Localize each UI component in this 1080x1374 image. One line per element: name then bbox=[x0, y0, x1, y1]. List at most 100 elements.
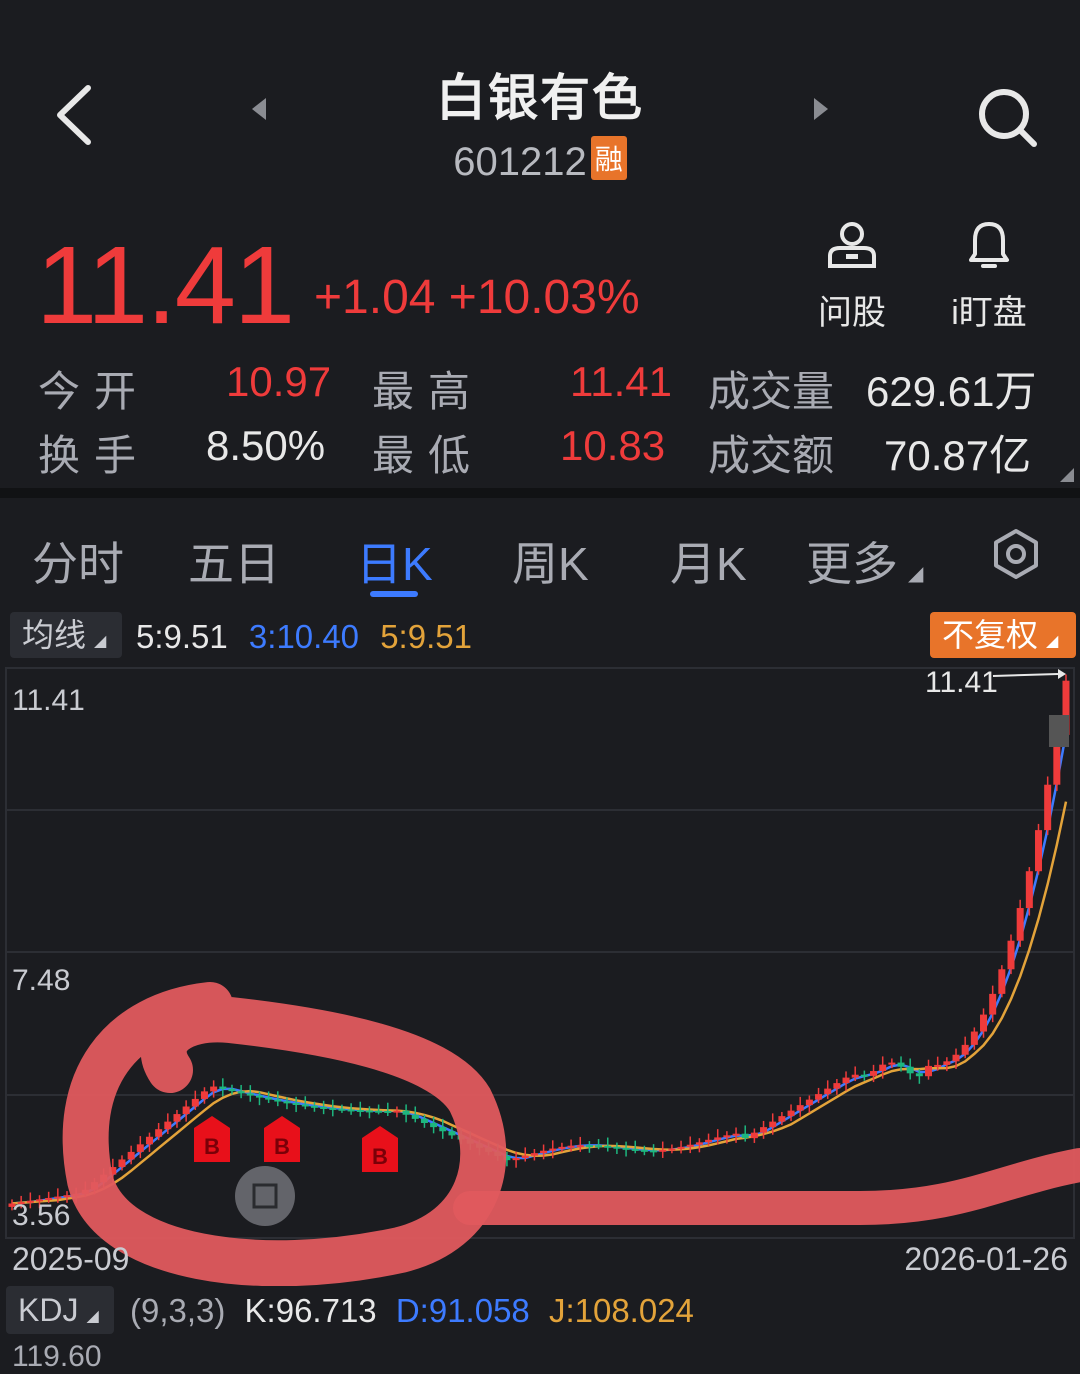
candle-body bbox=[530, 1153, 538, 1156]
candle-body bbox=[1016, 908, 1024, 941]
expand-corner-icon[interactable] bbox=[1060, 468, 1074, 482]
ma5-value: 5:9.51 bbox=[136, 618, 228, 655]
ma-dropdown-icon: ◢ bbox=[94, 633, 107, 650]
person-icon bbox=[828, 222, 876, 268]
kline-chart[interactable]: B B B 11.41 7.48 3.56 2025-09 2026-01-26 11.41 bbox=[0, 660, 1080, 1286]
kdj-k: K:96.713 bbox=[244, 1292, 377, 1329]
tab-week-k[interactable]: 周K bbox=[512, 528, 589, 594]
candle-body bbox=[595, 1145, 603, 1148]
candle-body bbox=[402, 1110, 410, 1115]
stock-name: 白银有色 bbox=[436, 70, 644, 126]
candle-body bbox=[63, 1195, 71, 1198]
candle-body bbox=[934, 1064, 942, 1067]
candle-body bbox=[989, 993, 997, 1015]
price-change: +1.04 +10.03% bbox=[314, 271, 640, 324]
tab-intraday[interactable]: 分时 bbox=[32, 528, 124, 594]
high-label: 最高 bbox=[372, 368, 485, 415]
more-dropdown-icon: ◢ bbox=[908, 563, 924, 585]
candle-body bbox=[860, 1074, 868, 1077]
adjust-price-button[interactable]: 不复权 ◢ bbox=[930, 612, 1076, 658]
candle-body bbox=[870, 1071, 878, 1076]
candle-body bbox=[420, 1118, 428, 1124]
candle-body bbox=[805, 1099, 813, 1106]
candle-body bbox=[906, 1066, 914, 1074]
candle-body bbox=[723, 1135, 731, 1138]
tab-day-k[interactable]: 日K bbox=[356, 528, 433, 594]
watch-alert-button[interactable]: i盯盘 bbox=[944, 220, 1034, 334]
candle-body bbox=[613, 1146, 621, 1149]
candle-body bbox=[750, 1132, 758, 1139]
candle-body bbox=[356, 1109, 364, 1112]
adjust-price-label: 不复权 bbox=[942, 617, 1039, 653]
chart-grid bbox=[5, 667, 1075, 1239]
last-price-line bbox=[992, 673, 1059, 677]
buy-marker-label: B bbox=[274, 1134, 290, 1159]
last-candle-marker bbox=[1049, 715, 1069, 747]
candle-body bbox=[310, 1105, 318, 1108]
section-divider bbox=[0, 488, 1080, 498]
candle-body bbox=[705, 1139, 713, 1143]
amount-label: 成交额 bbox=[708, 432, 835, 479]
candle-body bbox=[760, 1127, 768, 1133]
kdj-params: (9,3,3) bbox=[130, 1292, 226, 1329]
candle-body bbox=[255, 1095, 263, 1098]
kdj-j: J:108.024 bbox=[548, 1292, 694, 1329]
candle-body bbox=[375, 1110, 383, 1113]
next-stock-icon[interactable] bbox=[812, 96, 830, 122]
ma3-value: 3:10.40 bbox=[248, 618, 360, 655]
ask-stock-label: 问股 bbox=[818, 294, 886, 332]
candle-body bbox=[714, 1137, 722, 1140]
x-label-end: 2026-01-26 bbox=[904, 1241, 1068, 1277]
stock-code: 601212 bbox=[453, 140, 587, 184]
tab-five-day[interactable]: 五日 bbox=[188, 528, 280, 594]
kdj-selector[interactable]: KDJ ◢ bbox=[6, 1286, 114, 1334]
candle-body bbox=[182, 1106, 190, 1115]
candle-body bbox=[164, 1121, 172, 1130]
candle-body bbox=[393, 1110, 401, 1113]
ma-lines bbox=[11, 733, 1068, 1205]
candle-body bbox=[1035, 830, 1043, 872]
candle-body bbox=[787, 1110, 795, 1117]
candle-body bbox=[851, 1074, 859, 1078]
candle-body bbox=[219, 1086, 227, 1089]
candle-body bbox=[145, 1136, 153, 1145]
ask-stock-button[interactable]: 问股 bbox=[812, 220, 892, 334]
candle-body bbox=[512, 1158, 520, 1161]
kdj-selector-label: KDJ bbox=[18, 1292, 79, 1328]
candle-body bbox=[265, 1097, 273, 1100]
candle-body bbox=[842, 1077, 850, 1084]
candle-body bbox=[439, 1127, 447, 1132]
candle-body bbox=[329, 1107, 337, 1110]
buy-marker-label: B bbox=[204, 1134, 220, 1159]
current-price: 11.41 bbox=[36, 224, 295, 347]
buy-marker-label: B bbox=[372, 1144, 388, 1169]
candle-body bbox=[778, 1116, 786, 1122]
candle-body bbox=[897, 1062, 905, 1067]
candle-body bbox=[567, 1145, 575, 1148]
candle-body bbox=[695, 1142, 703, 1145]
candle-body bbox=[118, 1159, 126, 1168]
axis-labels: 11.41 7.48 3.56 2025-09 2026-01-26 11.41 bbox=[12, 666, 1068, 1277]
candle-body bbox=[824, 1088, 832, 1095]
candle-body bbox=[815, 1094, 823, 1100]
kdj-values: (9,3,3) K:96.713 D:91.058 J:108.024 bbox=[130, 1292, 694, 1330]
search-icon[interactable] bbox=[976, 86, 1040, 150]
candle-body bbox=[136, 1144, 144, 1152]
kdj-dropdown-icon: ◢ bbox=[86, 1308, 99, 1325]
candle-body bbox=[237, 1091, 245, 1094]
candle-body bbox=[228, 1088, 236, 1092]
last-price-arrow bbox=[1058, 669, 1066, 679]
adjust-dropdown-icon: ◢ bbox=[1046, 633, 1059, 650]
settings-icon[interactable] bbox=[990, 528, 1042, 580]
ma-selector[interactable]: 均线 ◢ bbox=[10, 612, 122, 658]
candle-body bbox=[879, 1064, 887, 1072]
candle-body bbox=[1025, 871, 1033, 909]
candle-body bbox=[659, 1149, 667, 1152]
candle-body bbox=[952, 1054, 960, 1062]
candle-body bbox=[925, 1065, 933, 1077]
candle-body bbox=[980, 1014, 988, 1032]
candle-body bbox=[741, 1133, 749, 1139]
active-tab-indicator bbox=[370, 591, 418, 597]
tab-more[interactable]: 更多 ◢ bbox=[806, 528, 923, 594]
tab-month-k[interactable]: 月K bbox=[670, 528, 747, 594]
